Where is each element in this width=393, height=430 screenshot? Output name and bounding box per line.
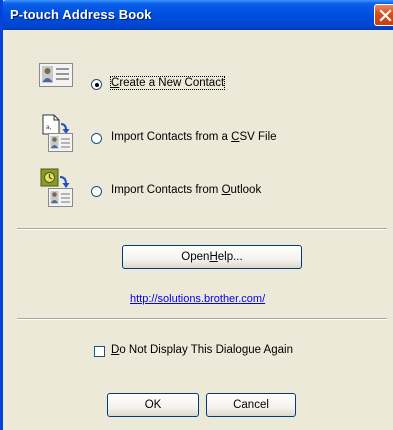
support-link[interactable]: http://solutions.brother.com/ xyxy=(130,293,265,305)
radio-import-outlook[interactable] xyxy=(91,186,102,197)
radio-import-csv[interactable] xyxy=(91,133,102,144)
window-title: P-touch Address Book xyxy=(10,7,152,22)
close-icon xyxy=(379,9,392,22)
label-import-outlook[interactable]: Import Contacts from Outlook xyxy=(111,184,261,196)
label-import-csv[interactable]: Import Contacts from a CSV File xyxy=(111,131,277,143)
contact-card-icon xyxy=(39,63,73,87)
label-create-contact[interactable]: Create a New Contact xyxy=(109,76,226,90)
csv-import-icon: a, xyxy=(42,114,73,152)
dont-display-label[interactable]: Do Not Display This Dialogue Again xyxy=(111,344,293,356)
outlook-import-icon xyxy=(40,168,73,207)
separator-bottom xyxy=(17,318,387,320)
ok-button[interactable]: OK xyxy=(107,393,199,417)
dont-display-checkbox[interactable] xyxy=(94,346,105,357)
close-button[interactable] xyxy=(374,4,393,26)
dialog-window: P-touch Address Book Create a New Contac… xyxy=(0,0,393,430)
radio-create-contact[interactable] xyxy=(91,79,102,90)
title-bar[interactable]: P-touch Address Book xyxy=(3,0,393,30)
svg-text:a,: a, xyxy=(46,124,52,131)
separator-top xyxy=(17,228,387,230)
cancel-button[interactable]: Cancel xyxy=(206,393,296,417)
open-help-button[interactable]: Open Help... xyxy=(122,245,302,269)
